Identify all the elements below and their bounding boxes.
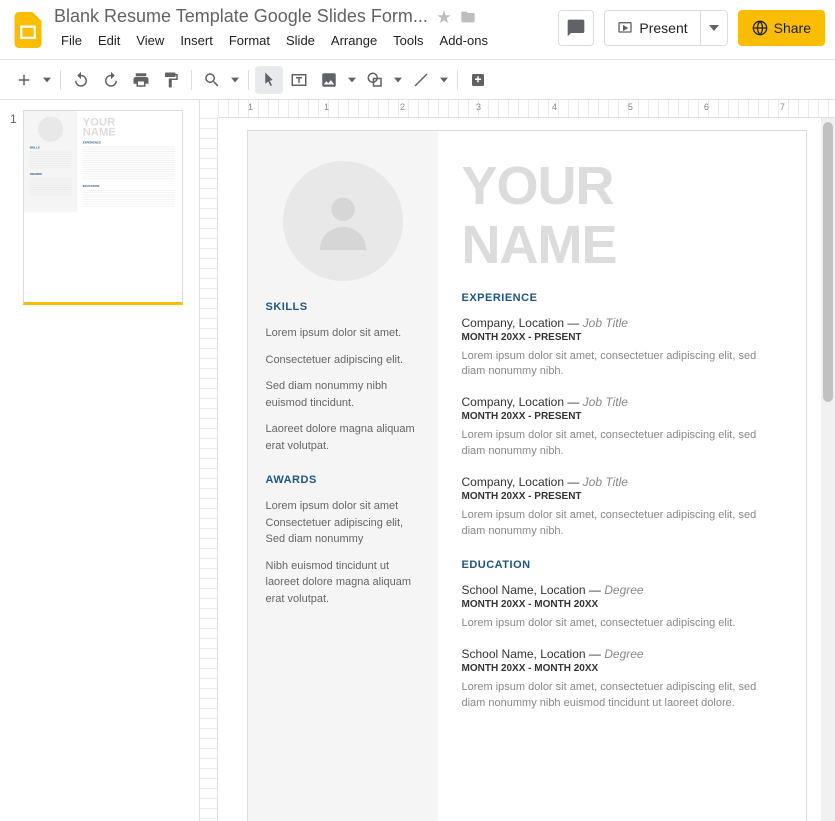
separator (457, 70, 458, 90)
present-button[interactable]: Present (605, 20, 699, 36)
slides-logo[interactable] (10, 6, 46, 54)
menu-file[interactable]: File (54, 29, 89, 52)
experience-dates[interactable]: MONTH 20XX - PRESENT (462, 411, 782, 422)
ruler-mark: 1 (248, 102, 253, 112)
education-desc[interactable]: Lorem ipsum dolor sit amet, consectetuer… (462, 680, 782, 711)
education-dates[interactable]: MONTH 20XX - MONTH 20XX (462, 599, 782, 610)
comments-button[interactable] (558, 10, 594, 46)
experience-desc[interactable]: Lorem ipsum dolor sit amet, consectetuer… (462, 508, 782, 539)
move-folder-icon[interactable] (460, 9, 476, 25)
menu-tools[interactable]: Tools (386, 29, 430, 52)
experience-company[interactable]: Company, Location — Job Title (462, 475, 782, 489)
share-label: Share (774, 20, 811, 36)
education-school[interactable]: School Name, Location — Degree (462, 583, 782, 597)
paint-format-button[interactable] (157, 66, 185, 94)
name-line2[interactable]: NAME (462, 220, 782, 271)
separator (191, 70, 192, 90)
menu-format[interactable]: Format (222, 29, 277, 52)
chevron-down-icon (709, 23, 719, 33)
experience-desc[interactable]: Lorem ipsum dolor sit amet, consectetuer… (462, 428, 782, 459)
menu-bar: File Edit View Insert Format Slide Arran… (54, 29, 558, 52)
award-item[interactable]: Nibh euismod tincidunt ut laoreet dolore… (266, 558, 420, 608)
skills-heading[interactable]: SKILLS (266, 301, 420, 313)
education-heading[interactable]: EDUCATION (462, 559, 782, 571)
redo-button[interactable] (97, 66, 125, 94)
name-line1[interactable]: YOUR (462, 161, 782, 212)
menu-edit[interactable]: Edit (91, 29, 127, 52)
present-button-group: Present (604, 10, 727, 46)
experience-dates[interactable]: MONTH 20XX - PRESENT (462, 491, 782, 502)
menu-arrange[interactable]: Arrange (324, 29, 384, 52)
awards-heading[interactable]: AWARDS (266, 474, 420, 486)
education-dates[interactable]: MONTH 20XX - MONTH 20XX (462, 663, 782, 674)
menu-insert[interactable]: Insert (173, 29, 220, 52)
slide-thumbnail-1[interactable]: SKILLS AWARDS YOURNAME EXPERIENCE EDUCAT… (23, 110, 183, 305)
resume-main: YOUR NAME EXPERIENCE Company, Location —… (438, 131, 806, 821)
shape-dropdown[interactable] (391, 66, 405, 94)
skill-item[interactable]: Laoreet dolore magna aliquam erat volutp… (266, 421, 420, 454)
image-dropdown[interactable] (345, 66, 359, 94)
line-dropdown[interactable] (437, 66, 451, 94)
present-dropdown[interactable] (700, 11, 727, 45)
print-button[interactable] (127, 66, 155, 94)
slide-number: 1 (10, 110, 17, 305)
ruler-mark: 2 (400, 102, 405, 112)
ruler-mark: 3 (476, 102, 481, 112)
skill-item[interactable]: Sed diam nonummy nibh euismod tincidunt. (266, 378, 420, 411)
ruler-mark: 5 (628, 102, 633, 112)
comment-tool[interactable] (464, 66, 492, 94)
undo-button[interactable] (67, 66, 95, 94)
skill-item[interactable]: Consectetuer adipiscing elit. (266, 352, 420, 369)
education-school[interactable]: School Name, Location — Degree (462, 647, 782, 661)
star-icon[interactable] (436, 9, 452, 25)
separator (60, 70, 61, 90)
textbox-tool[interactable] (285, 66, 313, 94)
education-desc[interactable]: Lorem ipsum dolor sit amet, consectetuer… (462, 616, 782, 631)
experience-company[interactable]: Company, Location — Job Title (462, 395, 782, 409)
header-actions: Present Share (558, 6, 825, 46)
experience-heading[interactable]: EXPERIENCE (462, 292, 782, 304)
experience-dates[interactable]: MONTH 20XX - PRESENT (462, 332, 782, 343)
app-header: Blank Resume Template Google Slides Form… (0, 0, 835, 60)
present-label: Present (639, 20, 687, 36)
vertical-ruler[interactable] (200, 118, 218, 821)
zoom-button[interactable] (198, 66, 226, 94)
shape-tool[interactable] (361, 66, 389, 94)
workspace: 1 SKILLS AWARDS YOURNAME EXPERIEN (0, 100, 835, 821)
experience-company[interactable]: Company, Location — Job Title (462, 316, 782, 330)
horizontal-ruler[interactable]: 1 1 2 3 4 5 6 7 (218, 100, 835, 118)
slide-thumbnail-row: 1 SKILLS AWARDS YOURNAME EXPERIEN (10, 110, 189, 305)
menu-slide[interactable]: Slide (279, 29, 322, 52)
avatar-placeholder[interactable] (283, 161, 403, 281)
globe-icon (752, 20, 768, 36)
award-item[interactable]: Lorem ipsum dolor sit amet Consectetuer … (266, 498, 420, 548)
ruler-mark: 1 (324, 102, 329, 112)
zoom-dropdown[interactable] (228, 66, 242, 94)
share-button[interactable]: Share (738, 10, 825, 46)
ruler-mark: 6 (704, 102, 709, 112)
filmstrip: 1 SKILLS AWARDS YOURNAME EXPERIEN (0, 100, 200, 821)
new-slide-dropdown[interactable] (40, 66, 54, 94)
ruler-mark: 4 (552, 102, 557, 112)
new-slide-button[interactable] (10, 66, 38, 94)
document-title[interactable]: Blank Resume Template Google Slides Form… (54, 6, 428, 27)
separator (248, 70, 249, 90)
image-tool[interactable] (315, 66, 343, 94)
ruler-mark: 7 (780, 102, 785, 112)
experience-desc[interactable]: Lorem ipsum dolor sit amet, consectetuer… (462, 349, 782, 380)
select-tool[interactable] (255, 66, 283, 94)
line-tool[interactable] (407, 66, 435, 94)
canvas-scroll[interactable]: SKILLS Lorem ipsum dolor sit amet. Conse… (218, 118, 835, 821)
slide-canvas[interactable]: SKILLS Lorem ipsum dolor sit amet. Conse… (247, 130, 807, 821)
canvas-area: 1 1 2 3 4 5 6 7 SKILLS Lorem ipsum dolor… (200, 100, 835, 821)
toolbar (0, 60, 835, 100)
title-area: Blank Resume Template Google Slides Form… (54, 6, 558, 52)
menu-view[interactable]: View (129, 29, 171, 52)
skill-item[interactable]: Lorem ipsum dolor sit amet. (266, 325, 420, 342)
menu-addons[interactable]: Add-ons (433, 29, 495, 52)
resume-sidebar: SKILLS Lorem ipsum dolor sit amet. Conse… (248, 131, 438, 821)
